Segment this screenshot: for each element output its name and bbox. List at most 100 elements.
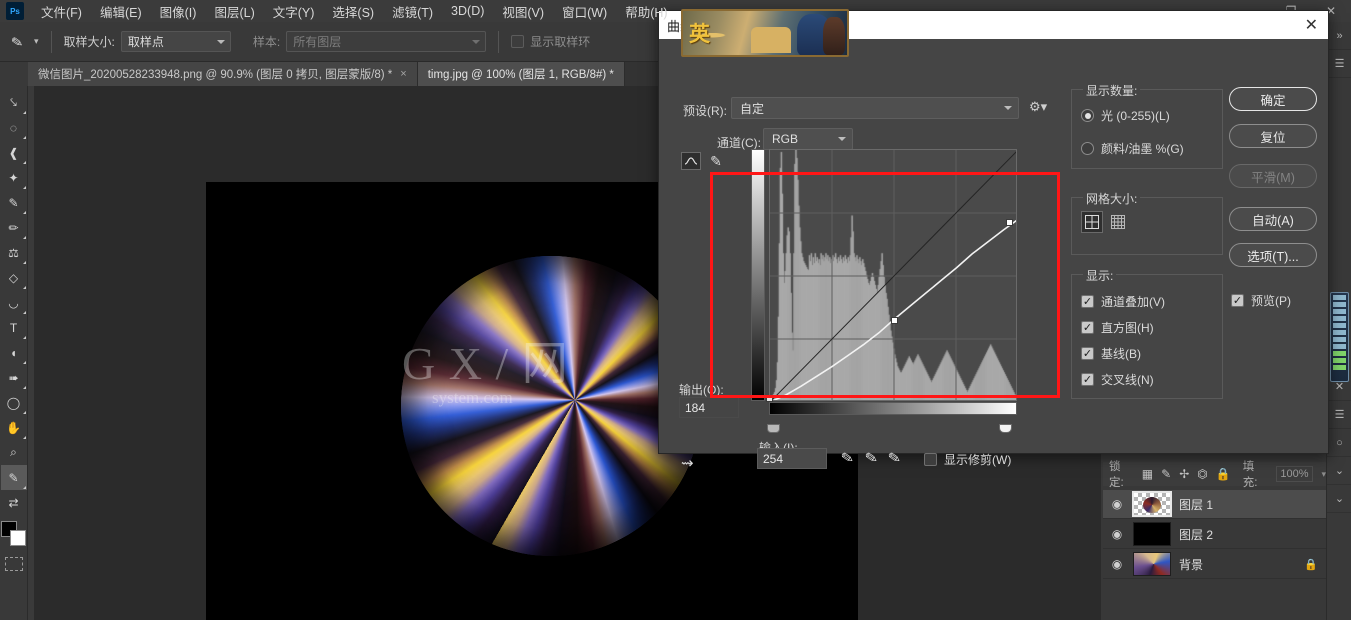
eyedropper-icon[interactable]: ✎ <box>4 29 29 54</box>
preview-row[interactable]: ✓ 预览(P) <box>1231 292 1291 309</box>
zoom-tool[interactable]: ⌕ <box>1 440 27 465</box>
menu-window[interactable]: 窗口(W) <box>553 0 616 24</box>
intersection-row[interactable]: ✓ 交叉线(N) <box>1081 371 1154 388</box>
menu-help[interactable]: 帮助(H) <box>616 0 676 24</box>
histogram-row[interactable]: ✓ 直方图(H) <box>1081 319 1154 336</box>
pen-tool[interactable]: ➠ <box>1 365 27 390</box>
set-gray-point-eyedropper-icon[interactable]: ✎ <box>863 448 879 468</box>
color-swatches[interactable] <box>1 521 27 547</box>
pigment-radio-row[interactable]: 颜料/油墨 %(G) <box>1081 140 1184 157</box>
close-icon[interactable]: ✕ <box>1305 15 1318 35</box>
menu-file[interactable]: 文件(F) <box>32 0 91 24</box>
preview-checkbox[interactable]: ✓ <box>1231 294 1244 307</box>
preset-select[interactable]: 自定 <box>731 97 1019 119</box>
table-row[interactable]: ◉ 图层 1 <box>1103 490 1326 519</box>
pencil-icon[interactable]: ✎ <box>707 152 725 170</box>
sample-size-select[interactable]: 取样点 <box>121 31 231 52</box>
curve-point-mid[interactable] <box>891 317 898 324</box>
gear-icon[interactable]: ⚙▾ <box>1029 99 1047 115</box>
chevron-down-icon[interactable]: ⌄ <box>1327 457 1351 485</box>
ellipse-tool[interactable]: ◯ <box>1 390 27 415</box>
menu-edit[interactable]: 编辑(E) <box>91 0 151 24</box>
intersection-checkbox[interactable]: ✓ <box>1081 373 1094 386</box>
lock-transparency-icon[interactable]: ▦ <box>1142 467 1153 481</box>
pigment-radio[interactable] <box>1081 142 1094 155</box>
quick-mask-toggle[interactable] <box>5 557 23 571</box>
set-white-point-eyedropper-icon[interactable]: ✎ <box>887 448 903 468</box>
baseline-checkbox[interactable]: ✓ <box>1081 347 1094 360</box>
curve-point-black[interactable] <box>766 395 773 402</box>
swap-colors-icon[interactable]: ⇄ <box>1 490 27 515</box>
hand-tool[interactable]: ✋ <box>1 415 27 440</box>
clone-stamp-tool[interactable]: ⚖ <box>1 240 27 265</box>
document-tab-2[interactable]: timg.jpg @ 100% (图层 1, RGB/8#) * <box>418 62 625 86</box>
type-tool[interactable]: T <box>1 315 27 340</box>
eraser-tool[interactable]: ◇ <box>1 265 27 290</box>
white-input-slider[interactable] <box>999 424 1012 433</box>
input-field[interactable]: 254 <box>757 448 827 469</box>
grid-quarter-icon[interactable] <box>1081 211 1103 233</box>
close-icon[interactable]: × <box>400 68 406 80</box>
expand-panels-icon[interactable]: » <box>1327 22 1351 50</box>
lock-image-icon[interactable]: ✎ <box>1161 467 1171 481</box>
channel-select[interactable]: RGB <box>763 128 853 150</box>
move-tool[interactable]: ⤥ <box>1 90 27 115</box>
history-panel-icon[interactable]: ☰ <box>1327 50 1351 78</box>
auto-button[interactable]: 自动(A) <box>1229 207 1317 231</box>
ok-button[interactable]: 确定 <box>1229 87 1317 111</box>
tool-preset-chevron-icon[interactable]: ▾ <box>34 36 39 47</box>
table-row[interactable]: ◉ 背景 🔒 <box>1103 550 1326 579</box>
background-color-swatch[interactable] <box>10 530 26 546</box>
output-field[interactable]: 184 <box>679 397 739 418</box>
layer-visibility-icon[interactable]: ◉ <box>1109 557 1125 571</box>
options-button[interactable]: 选项(T)... <box>1229 243 1317 267</box>
histogram-checkbox[interactable]: ✓ <box>1081 321 1094 334</box>
menu-layer[interactable]: 图层(L) <box>205 0 263 24</box>
lasso-tool[interactable]: ❰ <box>1 140 27 165</box>
eyedropper-tool[interactable]: ✎ <box>1 465 27 490</box>
light-radio-row[interactable]: 光 (0-255)(L) <box>1081 107 1170 124</box>
show-sampling-ring-checkbox[interactable] <box>511 35 524 48</box>
curve-point-white[interactable] <box>1006 219 1013 226</box>
magic-wand-tool[interactable]: ✦ <box>1 165 27 190</box>
curve-grid[interactable] <box>769 149 1017 401</box>
crop-tool[interactable]: ✎ <box>1 190 27 215</box>
show-clipping-checkbox[interactable]: ✓ <box>924 453 937 466</box>
menu-image[interactable]: 图像(I) <box>151 0 206 24</box>
paint-bucket-tool[interactable]: ◡ <box>1 290 27 315</box>
menu-select[interactable]: 选择(S) <box>323 0 383 24</box>
color-ramp-strip[interactable] <box>1330 292 1349 382</box>
table-row[interactable]: ◉ 图层 2 <box>1103 520 1326 549</box>
menu-filter[interactable]: 滤镜(T) <box>383 0 442 24</box>
menu-3d[interactable]: 3D(D) <box>442 1 493 21</box>
light-radio[interactable] <box>1081 109 1094 122</box>
baseline-row[interactable]: ✓ 基线(B) <box>1081 345 1141 362</box>
layer-visibility-icon[interactable]: ◉ <box>1109 497 1125 511</box>
menu-type[interactable]: 文字(Y) <box>264 0 324 24</box>
layer-thumbnail[interactable] <box>1133 522 1171 546</box>
lock-artboard-icon[interactable]: ⏣ <box>1197 467 1207 481</box>
curve-smooth-icon[interactable]: ⇝ <box>681 454 694 472</box>
chevron-down-icon-2[interactable]: ⌄ <box>1327 485 1351 513</box>
black-input-slider[interactable] <box>767 424 780 433</box>
menu-view[interactable]: 视图(V) <box>493 0 553 24</box>
grid-tenth-icon[interactable] <box>1107 211 1129 233</box>
curves-dialog[interactable]: 曲线 英 ✕ 预设(R): 自定 ⚙▾ 通道(C): RGB ✎ <box>658 10 1329 454</box>
brush-tool[interactable]: ✏ <box>1 215 27 240</box>
curve-icon[interactable] <box>681 152 701 170</box>
channel-overlay-row[interactable]: ✓ 通道叠加(V) <box>1081 293 1165 310</box>
lock-position-icon[interactable]: ✢ <box>1179 467 1189 481</box>
curve-svg[interactable] <box>770 150 1017 401</box>
layers-panel-icon[interactable]: ☰ <box>1327 401 1351 429</box>
fill-value[interactable]: 100% <box>1276 466 1314 482</box>
lock-all-icon[interactable]: 🔒 <box>1216 467 1231 481</box>
blur-tool[interactable]: ◖ <box>1 340 27 365</box>
layer-visibility-icon[interactable]: ◉ <box>1109 527 1125 541</box>
layer-thumbnail[interactable] <box>1133 492 1171 516</box>
marquee-tool[interactable]: ◌ <box>1 115 27 140</box>
reset-button[interactable]: 复位 <box>1229 124 1317 148</box>
curves-graph[interactable] <box>751 149 1017 421</box>
show-clipping-row[interactable]: ✓ 显示修剪(W) <box>924 451 1011 468</box>
layer-thumbnail[interactable] <box>1133 552 1171 576</box>
document-tab-1[interactable]: 微信图片_20200528233948.png @ 90.9% (图层 0 拷贝… <box>28 62 418 86</box>
